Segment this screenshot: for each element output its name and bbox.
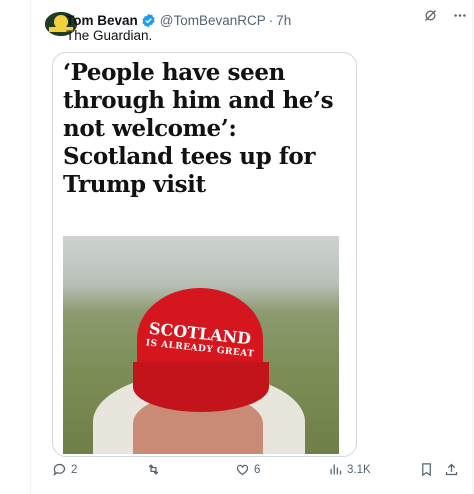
reply-icon <box>52 462 67 477</box>
separator-dot: · <box>268 12 274 28</box>
views-icon <box>328 462 343 477</box>
article-card[interactable]: ‘People have seen through him and he’s n… <box>52 52 357 457</box>
author-handle[interactable]: @TomBevanRCP <box>160 13 266 28</box>
views-button[interactable]: 3.1K <box>328 462 371 477</box>
retweet-button[interactable] <box>146 462 161 477</box>
grok-icon[interactable] <box>423 8 438 23</box>
share-button[interactable] <box>444 462 459 477</box>
reply-button[interactable]: 2 <box>52 462 77 477</box>
views-count: 3.1K <box>347 463 371 476</box>
cap-brim <box>133 362 269 412</box>
like-count: 6 <box>254 463 261 476</box>
author-name[interactable]: Tom Bevan <box>66 13 138 28</box>
tweet-actions: 2 6 3.1K <box>52 462 462 482</box>
article-headline: ‘People have seen through him and he’s n… <box>63 59 334 198</box>
more-icon[interactable] <box>452 8 468 23</box>
header-icons <box>423 8 468 23</box>
tweet-time[interactable]: 7h <box>276 13 291 28</box>
article-photo: SCOTLAND IS ALREADY GREAT <box>63 236 339 454</box>
tweet-text: The Guardian. <box>66 28 153 43</box>
bookmark-icon <box>419 462 434 477</box>
bookmark-button[interactable] <box>419 462 434 477</box>
reply-count: 2 <box>71 463 78 476</box>
retweet-icon <box>146 462 161 477</box>
share-icon <box>444 462 459 477</box>
tweet-header: Tom Bevan @TomBevanRCP · 7h <box>66 10 464 30</box>
like-button[interactable]: 6 <box>235 462 260 477</box>
like-icon <box>235 462 250 477</box>
verified-icon <box>141 13 156 28</box>
